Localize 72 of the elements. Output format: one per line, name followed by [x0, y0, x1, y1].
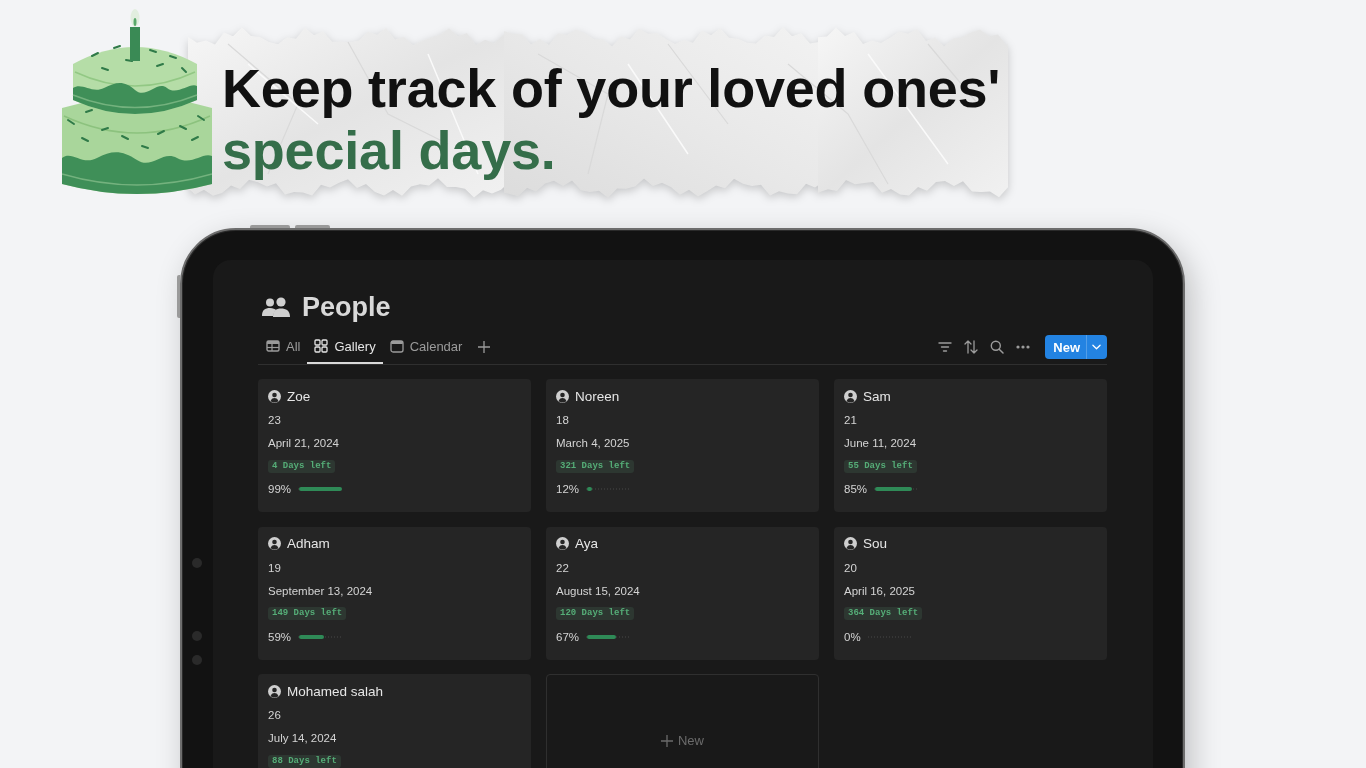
avatar-icon — [268, 389, 281, 403]
avatar-icon — [556, 389, 569, 403]
avatar-icon — [268, 684, 281, 698]
filter-icon[interactable] — [938, 341, 953, 353]
more-icon[interactable] — [1016, 345, 1031, 349]
person-name: Zoe — [287, 388, 311, 404]
person-card[interactable]: Mohamed salah 26 July 14, 2024 88 Days left — [258, 674, 531, 768]
search-icon[interactable] — [990, 340, 1005, 354]
view-tab[interactable]: Gallery — [307, 334, 383, 364]
people-icon — [262, 297, 290, 317]
person-card[interactable]: Sou 20 April 16, 2025 364 Days left 0% — [834, 526, 1107, 660]
table-icon — [266, 339, 280, 353]
tablet-edge-key — [295, 225, 330, 228]
birthday-date: March 4, 2025 — [556, 436, 630, 451]
view-tab[interactable]: Calendar — [382, 334, 470, 364]
age-text: 23 — [268, 413, 281, 428]
person-card[interactable]: Aya 22 August 15, 2024 120 Days left 67% — [546, 526, 819, 660]
percent-text: 59% — [268, 629, 292, 645]
age-text: 18 — [556, 413, 569, 428]
percent-text: 12% — [556, 482, 580, 497]
percent-text: 85% — [844, 482, 868, 497]
age-text: 19 — [268, 560, 281, 576]
person-card[interactable]: Noreen 18 March 4, 2025 321 Days left 12% — [546, 379, 819, 512]
percent-text: 99% — [268, 482, 292, 497]
age-text: 21 — [844, 413, 857, 428]
headline-highlight: special days. — [222, 119, 556, 181]
avatar-icon — [556, 537, 569, 550]
percent-text: 0% — [844, 629, 861, 645]
bezel-hole-icon — [192, 631, 202, 641]
avatar-icon — [268, 537, 281, 550]
person-card[interactable]: Zoe 23 April 21, 2024 4 Days left 99% — [258, 379, 531, 512]
days-left-badge: 321 Days left — [556, 459, 635, 473]
days-left-badge: 120 Days left — [556, 607, 635, 620]
bezel-hole-icon — [192, 655, 202, 665]
person-name: Sou — [863, 536, 888, 551]
bezel-hole-icon — [192, 558, 202, 568]
person-card[interactable]: Sam 21 June 11, 2024 55 Days left 85% — [834, 379, 1107, 512]
birthday-date: September 13, 2024 — [268, 583, 373, 599]
days-left-badge: 149 Days left — [268, 607, 347, 620]
birthday-date: April 21, 2024 — [268, 436, 339, 451]
person-card[interactable]: Adham 19 September 13, 2024 149 Days left 59% — [258, 526, 531, 660]
days-left-badge: 364 Days left — [844, 607, 923, 620]
birthday-date: April 16, 2025 — [844, 583, 915, 599]
days-left-badge: 88 Days left — [268, 754, 341, 768]
person-name: Adham — [287, 536, 330, 551]
age-text: 26 — [268, 708, 281, 723]
gallery-icon — [314, 339, 329, 353]
new-button[interactable]: New — [1045, 335, 1107, 359]
age-text: 22 — [556, 560, 569, 576]
days-left-badge: 55 Days left — [844, 459, 917, 473]
calendar-icon — [389, 339, 404, 353]
person-name: Sam — [863, 388, 891, 404]
chevron-down-icon[interactable] — [1092, 344, 1101, 350]
percent-text: 67% — [556, 629, 580, 645]
page-title: People — [302, 291, 391, 323]
tablet-edge-key — [177, 275, 180, 318]
birthday-date: July 14, 2024 — [268, 731, 337, 746]
birthday-date: June 11, 2024 — [844, 436, 917, 451]
person-name: Aya — [575, 536, 599, 551]
tablet-edge-key — [250, 225, 290, 228]
birthday-date: August 15, 2024 — [556, 583, 640, 599]
headline: Keep track of your loved ones' — [222, 57, 1001, 119]
avatar-icon — [844, 389, 857, 403]
view-tab[interactable]: All — [259, 334, 308, 364]
avatar-icon — [844, 537, 857, 550]
plus-icon[interactable] — [478, 341, 491, 353]
person-name: Mohamed salah — [287, 683, 384, 699]
plus-icon — [661, 734, 673, 747]
age-text: 20 — [844, 560, 857, 576]
sort-icon[interactable] — [964, 340, 979, 354]
days-left-badge: 4 Days left — [268, 459, 336, 473]
person-name: Noreen — [575, 388, 620, 404]
